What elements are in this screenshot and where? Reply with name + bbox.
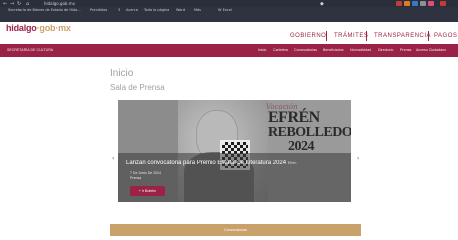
bookmark-item[interactable]: Prendidos — [90, 7, 107, 13]
poster-name-line1: EFRÉN — [268, 109, 320, 126]
extension-icon[interactable] — [412, 1, 418, 6]
convocatorias-bar[interactable]: Convocatorias — [110, 224, 361, 236]
menu-prensa[interactable]: Prensa — [400, 47, 411, 54]
site-logo[interactable]: hidalgo·gob·mx — [6, 23, 71, 33]
read-more-button[interactable]: + Ir Boletín — [130, 186, 165, 196]
browser-tab-strip: ← → ↻ ⌂ hidalgo.gob.mx ◆ — [0, 0, 458, 7]
menu-cartelera[interactable]: Cartelera — [273, 47, 288, 54]
nav-separator — [428, 31, 429, 41]
bookmark-item[interactable]: 3 — [118, 7, 120, 13]
bookmark-item[interactable]: Acerca — [126, 7, 138, 13]
bookmark-item[interactable]: Toda la página — [144, 7, 169, 13]
carousel-next-icon[interactable]: › — [357, 155, 359, 162]
extension-icon[interactable] — [420, 1, 426, 6]
nav-transparencia[interactable]: TRANSPARENCIA — [374, 33, 431, 39]
extension-icon[interactable] — [404, 1, 410, 6]
nav-gobierno[interactable]: GOBIERNO — [290, 33, 326, 39]
menu-normatividad[interactable]: Normatividad — [350, 47, 371, 54]
page-subtitle: Sala de Prensa — [110, 83, 165, 92]
secretaria-bar: SECRETARÍA DE CULTURA Inicio Cartelera C… — [0, 44, 458, 57]
browser-toolbar: Secretaría de Bienes de Estado de Hida..… — [0, 7, 458, 16]
poster-year: 2024 — [288, 139, 315, 154]
news-date: 7 De Junio De 2024 — [130, 171, 161, 175]
menu-acceso-ciudadano[interactable]: Acceso Ciudadano — [416, 47, 446, 54]
poster-name-line2: REBOLLEDO — [268, 125, 351, 140]
menu-directorio[interactable]: Directorio — [378, 47, 393, 54]
site-header: hidalgo·gob·mx GOBIERNO TRÁMITES TRANSPA… — [0, 22, 458, 44]
page-title: Inicio — [110, 68, 134, 79]
news-category: Prensa — [130, 176, 142, 180]
nav-tramites[interactable]: TRÁMITES — [334, 33, 368, 39]
carousel-prev-icon[interactable]: ‹ — [112, 155, 114, 162]
nav-separator — [326, 31, 327, 41]
bookmark-item[interactable]: Secretaría de Bienes de Estado de Hida..… — [8, 7, 81, 13]
menu-inicio[interactable]: Inicio — [258, 47, 266, 54]
secretaria-name[interactable]: SECRETARÍA DE CULTURA — [7, 47, 53, 54]
menu-convocatorias[interactable]: Convocatorias — [294, 47, 317, 54]
news-title[interactable]: Lanzan convocatoria para Premio Estatal … — [126, 160, 346, 166]
bookmark-item[interactable]: Word — [176, 7, 185, 13]
extension-icon[interactable] — [396, 1, 402, 6]
nav-pagos[interactable]: PAGOS — [434, 33, 457, 39]
menu-beneficiarios[interactable]: Beneficiarios — [323, 47, 344, 54]
bookmark-item[interactable]: Más — [194, 7, 201, 13]
profile-icon[interactable] — [440, 1, 446, 6]
bookmark-item[interactable]: W Excel — [218, 7, 232, 13]
nav-separator — [366, 31, 367, 41]
extension-icon[interactable] — [428, 1, 434, 6]
